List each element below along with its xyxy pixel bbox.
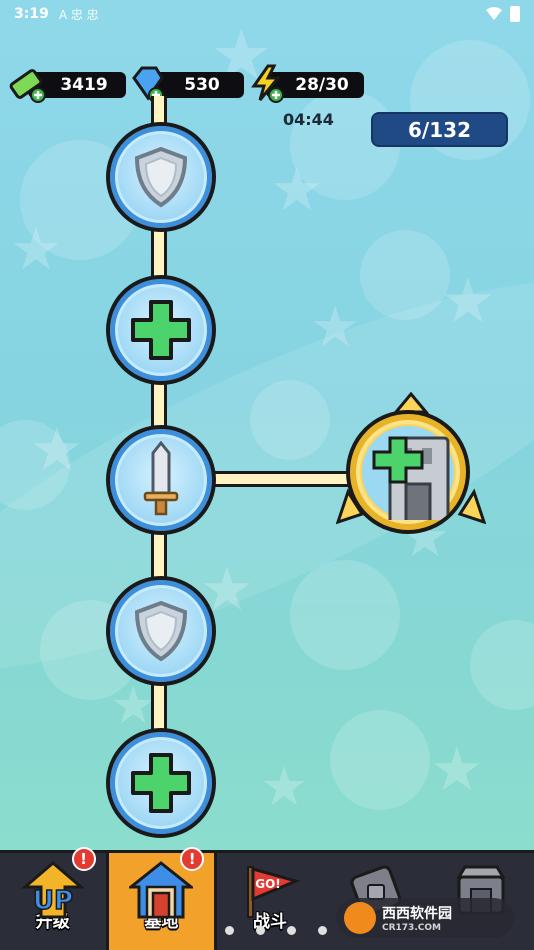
sword-icon — [143, 441, 179, 516]
notification-icons: A 忠 忠 — [58, 7, 99, 22]
cash-add-icon[interactable] — [8, 64, 48, 104]
stage-progress-value: 6/132 — [408, 117, 471, 142]
wifi-icon — [486, 7, 502, 20]
heal-cross-icon — [131, 300, 191, 360]
go-flag-text: GO! — [255, 877, 281, 891]
status-bar: 3:19 A 忠 忠 — [0, 0, 534, 28]
shield-icon — [134, 146, 188, 208]
up-arrow-icon: UP — [20, 861, 85, 919]
base-alert-badge: ! — [180, 847, 205, 871]
energy-timer: 04:44 — [283, 110, 334, 129]
stage-progress: 6/132 — [371, 112, 508, 147]
tab-upgrade[interactable]: UP ! 升级 — [0, 847, 106, 950]
cash-value: 3419 — [60, 75, 108, 95]
heal-cross-icon — [131, 753, 191, 813]
page-indicator-dots — [225, 926, 327, 935]
svg-text:UP: UP — [33, 886, 73, 916]
site-watermark: 西西软件园 CR173.COM — [336, 898, 514, 938]
tree-track-branch — [212, 471, 352, 487]
tree-node-branch-heal-building[interactable] — [346, 410, 470, 534]
upgrade-alert-badge: ! — [71, 847, 96, 871]
status-time: 3:19 — [14, 6, 49, 22]
tree-node-shield-2[interactable] — [106, 576, 216, 686]
tree-node-shield-1[interactable] — [106, 122, 216, 232]
go-flag-icon: GO! — [246, 866, 301, 918]
heal-building-icon — [362, 426, 454, 520]
tab-battle[interactable]: GO! 战斗 — [217, 853, 323, 950]
tab-base[interactable]: ! 基地 — [105, 847, 218, 950]
gem-value: 530 — [184, 75, 220, 95]
energy-value: 28/30 — [295, 75, 349, 95]
shield-icon — [134, 600, 188, 662]
tree-node-heal-1[interactable] — [106, 275, 216, 385]
watermark-subtext: CR173.COM — [382, 923, 441, 933]
watermark-text: 西西软件园 — [382, 906, 452, 922]
watermark-logo — [344, 902, 376, 934]
house-icon — [129, 861, 194, 919]
tree-node-heal-2[interactable] — [106, 728, 216, 838]
energy-add-icon[interactable] — [248, 64, 288, 104]
battery-icon — [510, 6, 520, 22]
tree-node-sword[interactable] — [106, 425, 216, 535]
